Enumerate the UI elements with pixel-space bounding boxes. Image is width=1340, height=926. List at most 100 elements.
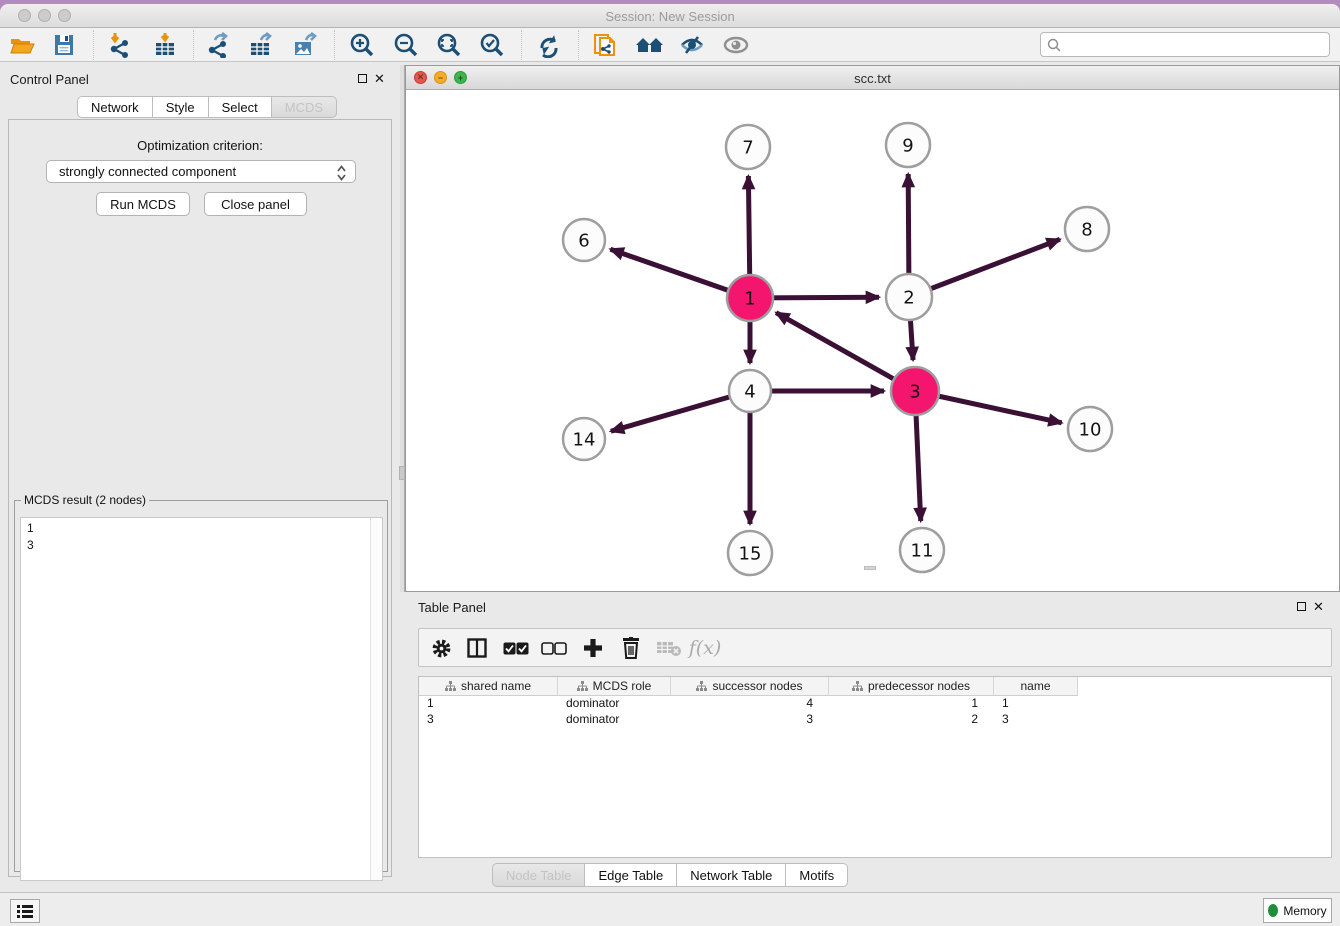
column-header-predecessor-nodes[interactable]: predecessor nodes <box>829 677 994 696</box>
graph-node-label: 1 <box>744 288 755 309</box>
table-header-row: shared nameMCDS rolesuccessor nodesprede… <box>419 677 1331 696</box>
table-row[interactable]: 3dominator323 <box>419 712 1331 728</box>
apply-layout-icon[interactable] <box>535 31 563 59</box>
control-panel-buttons: ✕ <box>358 74 385 83</box>
table-tabs: Node TableEdge TableNetwork TableMotifs <box>0 863 1340 887</box>
table-cell: 4 <box>671 696 829 712</box>
export-table-icon[interactable] <box>247 31 275 59</box>
tab-network[interactable]: Network <box>77 96 153 118</box>
network-window-title: scc.txt <box>406 71 1339 86</box>
delete-column-icon[interactable] <box>617 635 645 661</box>
table-cell: 2 <box>829 712 994 728</box>
run-mcds-button[interactable]: Run MCDS <box>96 192 190 216</box>
import-table-icon[interactable] <box>151 31 179 59</box>
graph-node-label: 3 <box>909 381 920 402</box>
delete-table-icon <box>655 635 683 661</box>
tab-mcds[interactable]: MCDS <box>272 96 337 118</box>
select-all-icon[interactable] <box>502 635 530 661</box>
zoom-in-icon[interactable] <box>348 31 376 59</box>
add-column-icon[interactable] <box>579 635 607 661</box>
function-builder-icon: f(x) <box>691 635 719 661</box>
column-type-icon <box>445 681 456 692</box>
column-type-icon <box>852 681 863 692</box>
tab-node-table[interactable]: Node Table <box>492 863 586 887</box>
zoom-selected-icon[interactable] <box>478 31 506 59</box>
tab-motifs[interactable]: Motifs <box>786 863 848 887</box>
toolbar-divider <box>93 30 94 60</box>
select-value: strongly connected component <box>59 164 236 179</box>
zoom-out-icon[interactable] <box>392 31 420 59</box>
graph-node-label: 11 <box>911 540 934 561</box>
graph-node-label: 9 <box>902 135 913 156</box>
graph-node-label: 6 <box>578 230 589 251</box>
mcds-panel: Optimization criterion: strongly connect… <box>8 119 392 877</box>
toolbar-divider <box>521 30 522 60</box>
optimization-criterion-select[interactable]: strongly connected component <box>46 160 356 183</box>
graph-node-label: 2 <box>903 287 914 308</box>
unselect-all-icon[interactable] <box>540 635 568 661</box>
task-history-button[interactable] <box>10 899 40 923</box>
column-header-successor-nodes[interactable]: successor nodes <box>671 677 829 696</box>
mcds-result-group: MCDS result (2 nodes) 1 3 <box>14 493 388 872</box>
save-session-icon[interactable] <box>50 31 78 59</box>
table-cell: 3 <box>994 712 1078 728</box>
import-network-icon[interactable] <box>106 31 134 59</box>
table-settings-icon[interactable] <box>427 635 455 661</box>
home-icon[interactable] <box>635 31 663 59</box>
search-input[interactable] <box>1040 32 1330 57</box>
split-columns-icon[interactable] <box>463 635 491 661</box>
network-resize-handle[interactable] <box>864 566 876 570</box>
close-panel-button[interactable]: Close panel <box>204 192 307 216</box>
open-session-icon[interactable] <box>8 31 36 59</box>
result-scrollbar[interactable] <box>370 518 382 880</box>
tab-style[interactable]: Style <box>153 96 209 118</box>
network-view-window: ✕ − + scc.txt 7968124314101511 <box>405 65 1340 592</box>
window-titlebar: Session: New Session <box>0 4 1340 28</box>
graph-node-label: 8 <box>1081 219 1092 240</box>
status-bar: Memory <box>0 892 1340 926</box>
mcds-result-lines: 1 3 <box>27 520 34 554</box>
float-panel-icon[interactable] <box>358 74 367 83</box>
tab-network-table[interactable]: Network Table <box>677 863 786 887</box>
mcds-result-title: MCDS result (2 nodes) <box>21 493 149 507</box>
hide-graphics-details-icon[interactable] <box>678 31 706 59</box>
table-panel-title: Table Panel <box>418 600 486 615</box>
memory-label: Memory <box>1283 904 1326 918</box>
close-panel-icon[interactable]: ✕ <box>374 74 385 83</box>
table-row[interactable]: 1dominator411 <box>419 696 1331 712</box>
table-cell: 1 <box>829 696 994 712</box>
graph-node-label: 10 <box>1079 419 1102 440</box>
table-cell: 1 <box>994 696 1078 712</box>
export-network-icon[interactable] <box>204 31 232 59</box>
column-header-name[interactable]: name <box>994 677 1078 696</box>
table-cell: 1 <box>419 696 558 712</box>
memory-button[interactable]: Memory <box>1263 898 1332 923</box>
clone-network-icon[interactable] <box>591 31 619 59</box>
list-icon <box>16 904 34 918</box>
graph-node-label: 15 <box>739 543 762 564</box>
float-table-panel-icon[interactable] <box>1297 602 1306 611</box>
memory-status-icon <box>1268 904 1278 917</box>
optimization-criterion-label: Optimization criterion: <box>9 138 391 153</box>
toolbar-divider <box>334 30 335 60</box>
tab-select[interactable]: Select <box>209 96 272 118</box>
node-table[interactable]: shared nameMCDS rolesuccessor nodesprede… <box>418 676 1332 858</box>
column-header-shared-name[interactable]: shared name <box>419 677 558 696</box>
zoom-fit-icon[interactable] <box>435 31 463 59</box>
network-window-titlebar[interactable]: ✕ − + scc.txt <box>406 66 1339 90</box>
tab-edge-table[interactable]: Edge Table <box>585 863 677 887</box>
column-header-MCDS-role[interactable]: MCDS role <box>558 677 671 696</box>
table-panel-buttons: ✕ <box>1297 602 1324 611</box>
table-cell: dominator <box>558 712 671 728</box>
close-table-panel-icon[interactable]: ✕ <box>1313 602 1324 611</box>
table-cell: 3 <box>419 712 558 728</box>
mcds-result-textarea[interactable]: 1 3 <box>20 517 383 881</box>
search-field[interactable] <box>1065 34 1325 55</box>
network-canvas[interactable]: 7968124314101511 <box>406 90 1339 592</box>
table-cell: dominator <box>558 696 671 712</box>
export-image-icon[interactable] <box>291 31 319 59</box>
table-toolbar: f(x) <box>418 628 1332 667</box>
select-stepper-icon <box>336 164 347 182</box>
control-panel-title: Control Panel <box>10 72 89 87</box>
show-graphics-details-icon[interactable] <box>722 31 750 59</box>
